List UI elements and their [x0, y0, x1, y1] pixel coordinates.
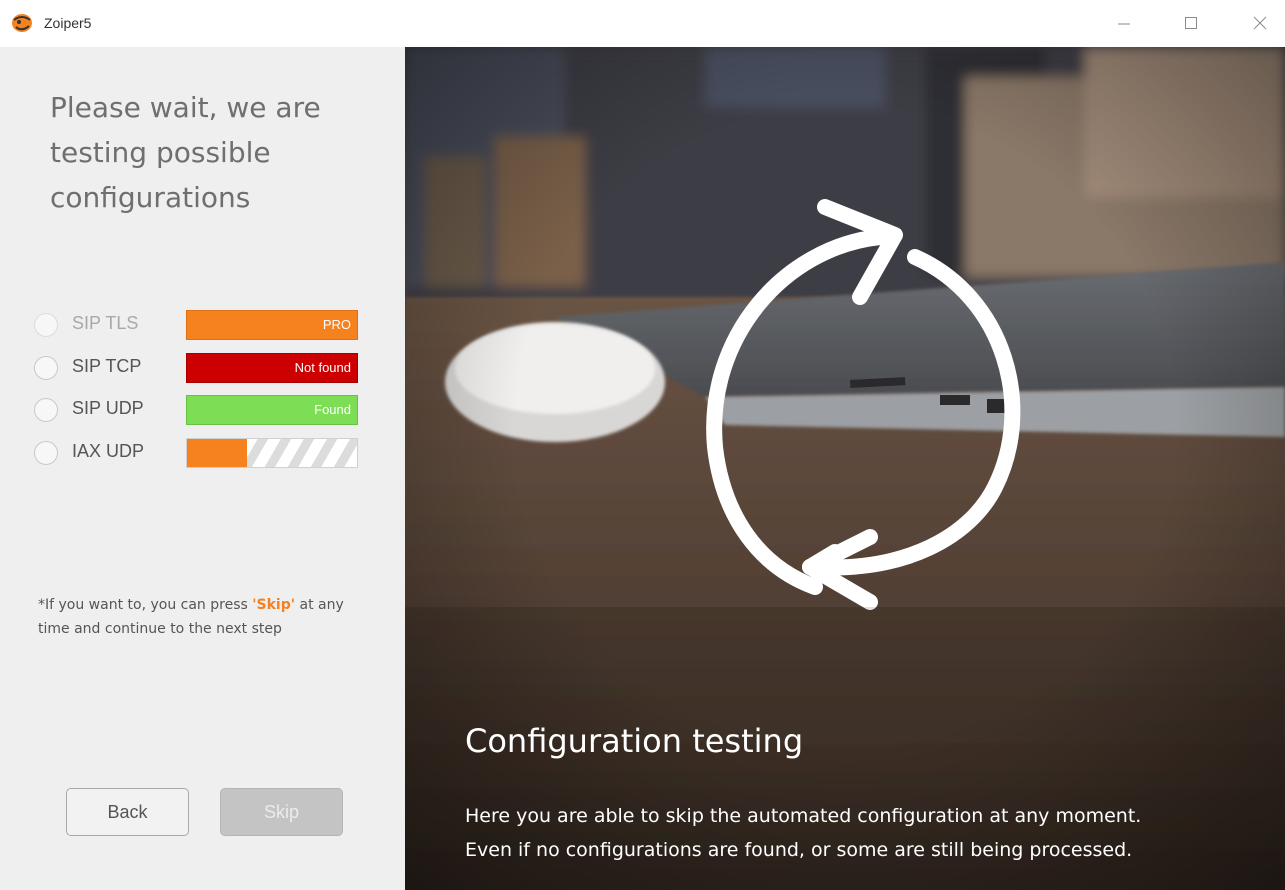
note-skip-word: 'Skip': [252, 597, 296, 613]
radio-iax-udp[interactable]: [34, 441, 58, 465]
hero-background-image: [405, 47, 1285, 890]
skip-note: *If you want to, you can press 'Skip' at…: [38, 593, 368, 641]
maximize-icon[interactable]: [1171, 8, 1211, 38]
protocol-row-iax-udp: IAX UDP: [34, 438, 364, 468]
protocol-label: SIP TLS: [72, 313, 139, 333]
protocol-row-sip-tcp: SIP TCP Not found: [34, 353, 364, 383]
note-prefix: *If you want to, you can press: [38, 597, 253, 613]
protocol-row-sip-udp: SIP UDP Found: [34, 395, 364, 425]
hero-title: Configuration testing: [465, 722, 804, 760]
protocol-label: IAX UDP: [72, 441, 145, 461]
status-badge: Not found: [186, 353, 358, 383]
progress-fill: [187, 439, 247, 467]
protocol-label: SIP UDP: [72, 398, 144, 418]
progress-bar: [186, 438, 358, 468]
left-panel: Please wait, we are testing possible con…: [0, 47, 405, 890]
close-icon[interactable]: [1240, 8, 1280, 38]
back-button[interactable]: Back: [66, 788, 189, 836]
radio-sip-tcp[interactable]: [34, 356, 58, 380]
minimize-icon[interactable]: [1104, 8, 1144, 38]
protocol-row-sip-tls: SIP TLS PRO: [34, 310, 364, 340]
title-bar: Zoiper5: [0, 0, 1285, 47]
hero-description: Here you are able to skip the automated …: [465, 805, 1142, 861]
window-title: Zoiper5: [44, 15, 92, 31]
radio-sip-tls[interactable]: [34, 313, 58, 337]
page-heading: Please wait, we are testing possible con…: [50, 91, 321, 214]
status-badge: PRO: [186, 310, 358, 340]
radio-sip-udp[interactable]: [34, 398, 58, 422]
skip-button[interactable]: Skip: [220, 788, 343, 836]
hero-panel: Configuration testing Here you are able …: [405, 47, 1285, 890]
zoiper-logo-icon: [10, 12, 34, 34]
protocol-label: SIP TCP: [72, 356, 142, 376]
status-badge: Found: [186, 395, 358, 425]
